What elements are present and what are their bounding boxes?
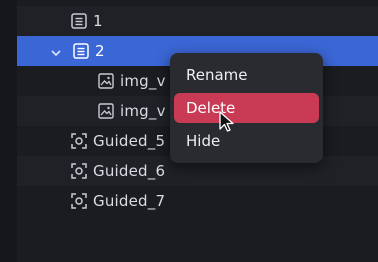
menu-item-rename[interactable]: Rename [174, 60, 319, 90]
image-icon [97, 102, 115, 120]
menu-item-label: Rename [186, 66, 248, 84]
layer-label: 2 [95, 42, 105, 60]
document-icon [72, 42, 90, 60]
layer-label: Guided_5 [93, 132, 166, 150]
mouse-pointer-icon [218, 110, 236, 134]
layer-row-1[interactable]: 1 [17, 6, 378, 36]
layer-label: 1 [93, 12, 103, 30]
menu-item-delete[interactable]: Delete [174, 93, 319, 123]
layer-row-guided-7[interactable]: Guided_7 [17, 186, 378, 216]
context-menu: Rename Delete Hide [170, 53, 323, 163]
chevron-down-icon[interactable] [50, 45, 62, 57]
menu-item-hide[interactable]: Hide [174, 126, 319, 156]
image-icon [97, 72, 115, 90]
focus-frame-icon [70, 162, 88, 180]
layer-label: img_v [120, 72, 166, 90]
layer-label: Guided_7 [93, 192, 166, 210]
layer-label: img_v [120, 102, 166, 120]
layer-label: Guided_6 [93, 162, 166, 180]
focus-frame-icon [70, 132, 88, 150]
focus-frame-icon [70, 192, 88, 210]
document-icon [70, 12, 88, 30]
menu-item-label: Hide [186, 132, 221, 150]
